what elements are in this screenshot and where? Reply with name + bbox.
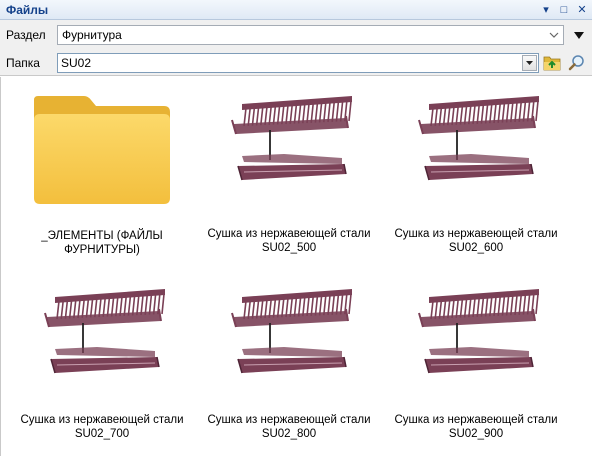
- pin-button[interactable]: ▾: [538, 2, 554, 18]
- menu-arrow-icon[interactable]: [570, 26, 588, 44]
- chevron-down-icon[interactable]: [545, 26, 563, 44]
- section-value: Фурнитура: [62, 28, 122, 42]
- search-icon[interactable]: [566, 52, 588, 74]
- item-code: SU02_900: [448, 428, 504, 440]
- section-label: Раздел: [6, 28, 46, 42]
- dish-dryer-thumbnail: [411, 287, 541, 390]
- item-name: Сушка из нержавеющей стали: [207, 228, 371, 240]
- item-name: _ЭЛЕМЕНТЫ (ФАЙЛЫ ФУРНИТУРЫ): [41, 230, 163, 256]
- item-name: Сушка из нержавеющей стали: [394, 414, 558, 426]
- panel-titlebar: Файлы ▾ □ ✕: [0, 0, 592, 20]
- folder-value[interactable]: SU02: [58, 56, 522, 70]
- folder-label: Папка: [6, 56, 40, 70]
- folder-combobox[interactable]: SU02: [57, 53, 539, 73]
- dish-dryer-thumbnail: [224, 94, 354, 197]
- item-name: Сушка из нержавеющей стали: [207, 414, 371, 426]
- folder-row: Папка SU02: [0, 50, 592, 76]
- item-code: SU02_600: [448, 242, 504, 254]
- close-button[interactable]: ✕: [574, 2, 590, 18]
- dropdown-arrow-icon[interactable]: [522, 55, 537, 71]
- folder-up-icon[interactable]: [541, 52, 563, 74]
- item-name: Сушка из нержавеющей стали: [20, 414, 184, 426]
- dish-dryer-thumbnail: [37, 287, 167, 390]
- item-code: SU02_700: [74, 428, 130, 440]
- file-grid: _ЭЛЕМЕНТЫ (ФАЙЛЫ ФУРНИТУРЫ) Сушка из нер…: [0, 77, 592, 456]
- folder-icon: [32, 94, 172, 209]
- item-code: SU02_500: [261, 242, 317, 254]
- dish-dryer-thumbnail: [411, 94, 541, 197]
- item-name: Сушка из нержавеющей стали: [394, 228, 558, 240]
- filter-toolbar: Раздел Фурнитура Папка SU02: [0, 20, 592, 76]
- restore-button[interactable]: □: [556, 2, 572, 18]
- dish-dryer-thumbnail: [224, 287, 354, 390]
- panel-title: Файлы: [6, 2, 49, 17]
- section-dropdown[interactable]: Фурнитура: [57, 25, 564, 45]
- section-row: Раздел Фурнитура: [0, 22, 592, 48]
- item-code: SU02_800: [261, 428, 317, 440]
